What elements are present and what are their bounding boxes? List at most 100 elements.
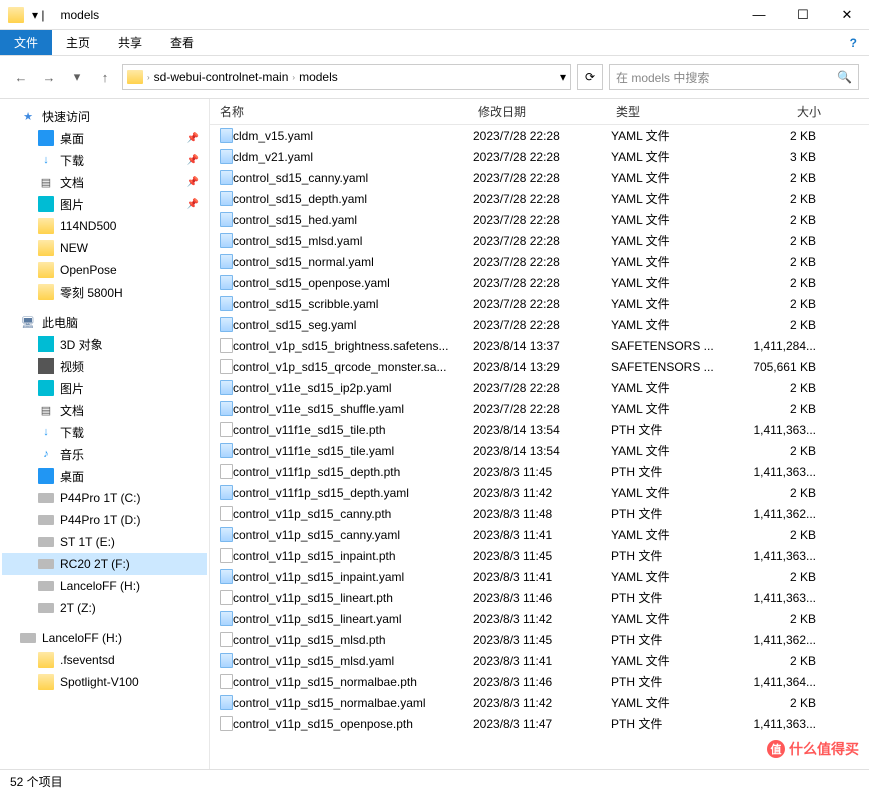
file-type: YAML 文件 <box>611 400 726 417</box>
file-size: 1,411,363... <box>726 549 816 563</box>
sidebar-downloads[interactable]: ↓下载📌 <box>2 149 207 171</box>
file-row[interactable]: control_v11p_sd15_canny.pth2023/8/3 11:4… <box>210 503 869 524</box>
file-date: 2023/7/28 22:28 <box>473 276 611 290</box>
tab-share[interactable]: 共享 <box>104 30 156 55</box>
file-row[interactable]: control_sd15_scribble.yaml2023/7/28 22:2… <box>210 293 869 314</box>
file-row[interactable]: control_v11p_sd15_mlsd.yaml2023/8/3 11:4… <box>210 650 869 671</box>
file-icon <box>220 254 233 269</box>
file-row[interactable]: cldm_v21.yaml2023/7/28 22:28YAML 文件3 KB <box>210 146 869 167</box>
sidebar-pictures2[interactable]: 图片 <box>2 377 207 399</box>
file-row[interactable]: control_v11p_sd15_lineart.pth2023/8/3 11… <box>210 587 869 608</box>
sidebar-drive-f[interactable]: RC20 2T (F:) <box>2 553 207 575</box>
file-name: control_v11f1p_sd15_depth.yaml <box>233 486 473 500</box>
tab-file[interactable]: 文件 <box>0 30 52 55</box>
app-icon <box>8 7 24 23</box>
file-row[interactable]: control_v11p_sd15_openpose.pth2023/8/3 1… <box>210 713 869 734</box>
file-row[interactable]: control_v11e_sd15_ip2p.yaml2023/7/28 22:… <box>210 377 869 398</box>
item-count: 52 个项目 <box>10 773 63 790</box>
file-icon <box>220 275 233 290</box>
tab-home[interactable]: 主页 <box>52 30 104 55</box>
file-row[interactable]: control_v11p_sd15_inpaint.pth2023/8/3 11… <box>210 545 869 566</box>
file-row[interactable]: control_v11f1p_sd15_depth.yaml2023/8/3 1… <box>210 482 869 503</box>
file-row[interactable]: control_v11p_sd15_normalbae.yaml2023/8/3… <box>210 692 869 713</box>
sidebar-folder[interactable]: .fseventsd <box>2 649 207 671</box>
file-row[interactable]: control_v11p_sd15_mlsd.pth2023/8/3 11:45… <box>210 629 869 650</box>
file-size: 1,411,363... <box>726 591 816 605</box>
col-date[interactable]: 修改日期 <box>478 103 616 120</box>
sidebar-this-pc[interactable]: 🖥此电脑 <box>2 311 207 333</box>
sidebar-drive-z[interactable]: 2T (Z:) <box>2 597 207 619</box>
file-icon <box>220 569 233 584</box>
up-button[interactable]: ↑ <box>94 66 116 88</box>
address-drop[interactable]: ▾ <box>560 70 566 84</box>
file-date: 2023/7/28 22:28 <box>473 255 611 269</box>
col-size[interactable]: 大小 <box>731 103 821 120</box>
file-row[interactable]: control_v1p_sd15_brightness.safetens...2… <box>210 335 869 356</box>
back-button[interactable]: ← <box>10 66 32 88</box>
file-row[interactable]: control_v11p_sd15_canny.yaml2023/8/3 11:… <box>210 524 869 545</box>
file-row[interactable]: control_v11p_sd15_inpaint.yaml2023/8/3 1… <box>210 566 869 587</box>
breadcrumb-seg2[interactable]: models <box>299 70 338 84</box>
file-date: 2023/7/28 22:28 <box>473 192 611 206</box>
file-row[interactable]: control_v11f1p_sd15_depth.pth2023/8/3 11… <box>210 461 869 482</box>
file-row[interactable]: control_sd15_mlsd.yaml2023/7/28 22:28YAM… <box>210 230 869 251</box>
sidebar-drive-c[interactable]: P44Pro 1T (C:) <box>2 487 207 509</box>
sidebar-folder[interactable]: Spotlight-V100 <box>2 671 207 693</box>
sidebar-pictures[interactable]: 图片📌 <box>2 193 207 215</box>
sidebar-documents2[interactable]: ▤文档 <box>2 399 207 421</box>
column-headers[interactable]: 名称 修改日期 类型 大小 <box>210 99 869 125</box>
file-row[interactable]: control_v11p_sd15_lineart.yaml2023/8/3 1… <box>210 608 869 629</box>
sidebar-downloads2[interactable]: ↓下载 <box>2 421 207 443</box>
sidebar-drive-h[interactable]: LanceloFF (H:) <box>2 575 207 597</box>
file-size: 1,411,284... <box>726 339 816 353</box>
sidebar-drive-e[interactable]: ST 1T (E:) <box>2 531 207 553</box>
file-row[interactable]: control_sd15_depth.yaml2023/7/28 22:28YA… <box>210 188 869 209</box>
refresh-button[interactable]: ⟳ <box>577 64 603 90</box>
file-type: YAML 文件 <box>611 379 726 396</box>
sidebar-videos[interactable]: 视频 <box>2 355 207 377</box>
sidebar-3d[interactable]: 3D 对象 <box>2 333 207 355</box>
col-type[interactable]: 类型 <box>616 103 731 120</box>
file-row[interactable]: control_v1p_sd15_qrcode_monster.sa...202… <box>210 356 869 377</box>
sidebar-folder[interactable]: OpenPose <box>2 259 207 281</box>
file-name: control_sd15_hed.yaml <box>233 213 473 227</box>
sidebar-quick-access[interactable]: ★快速访问 <box>2 105 207 127</box>
sidebar-network-drive[interactable]: LanceloFF (H:) <box>2 627 207 649</box>
sidebar-desktop[interactable]: 桌面📌 <box>2 127 207 149</box>
search-input[interactable]: 在 models 中搜索 🔍 <box>609 64 859 90</box>
maximize-button[interactable]: ☐ <box>781 0 825 30</box>
file-row[interactable]: control_v11f1e_sd15_tile.pth2023/8/14 13… <box>210 419 869 440</box>
sidebar-folder[interactable]: NEW <box>2 237 207 259</box>
file-size: 2 KB <box>726 297 816 311</box>
breadcrumb-seg1[interactable]: sd-webui-controlnet-main <box>154 70 289 84</box>
watermark-badge: 值 <box>767 740 785 758</box>
file-row[interactable]: control_sd15_canny.yaml2023/7/28 22:28YA… <box>210 167 869 188</box>
file-date: 2023/8/3 11:42 <box>473 486 611 500</box>
file-name: control_v11p_sd15_normalbae.pth <box>233 675 473 689</box>
recent-dropdown[interactable]: ▾ <box>66 66 88 88</box>
file-row[interactable]: control_v11e_sd15_shuffle.yaml2023/7/28 … <box>210 398 869 419</box>
forward-button[interactable]: → <box>38 66 60 88</box>
file-row[interactable]: cldm_v15.yaml2023/7/28 22:28YAML 文件2 KB <box>210 125 869 146</box>
sidebar-documents[interactable]: ▤文档📌 <box>2 171 207 193</box>
col-name[interactable]: 名称 <box>220 103 478 120</box>
address-bar[interactable]: › sd-webui-controlnet-main › models ▾ <box>122 64 571 90</box>
sidebar-drive-d[interactable]: P44Pro 1T (D:) <box>2 509 207 531</box>
close-button[interactable]: ✕ <box>825 0 869 30</box>
file-row[interactable]: control_sd15_seg.yaml2023/7/28 22:28YAML… <box>210 314 869 335</box>
sidebar-folder[interactable]: 零刻 5800H <box>2 281 207 303</box>
file-name: control_sd15_scribble.yaml <box>233 297 473 311</box>
sidebar-folder[interactable]: 114ND500 <box>2 215 207 237</box>
file-row[interactable]: control_v11p_sd15_normalbae.pth2023/8/3 … <box>210 671 869 692</box>
file-row[interactable]: control_sd15_openpose.yaml2023/7/28 22:2… <box>210 272 869 293</box>
tab-view[interactable]: 查看 <box>156 30 208 55</box>
help-icon[interactable]: ? <box>838 30 869 55</box>
sidebar-music[interactable]: ♪音乐 <box>2 443 207 465</box>
minimize-button[interactable]: — <box>737 0 781 30</box>
file-type: YAML 文件 <box>611 148 726 165</box>
file-row[interactable]: control_sd15_hed.yaml2023/7/28 22:28YAML… <box>210 209 869 230</box>
sidebar-desktop2[interactable]: 桌面 <box>2 465 207 487</box>
file-type: YAML 文件 <box>611 316 726 333</box>
file-row[interactable]: control_sd15_normal.yaml2023/7/28 22:28Y… <box>210 251 869 272</box>
file-row[interactable]: control_v11f1e_sd15_tile.yaml2023/8/14 1… <box>210 440 869 461</box>
